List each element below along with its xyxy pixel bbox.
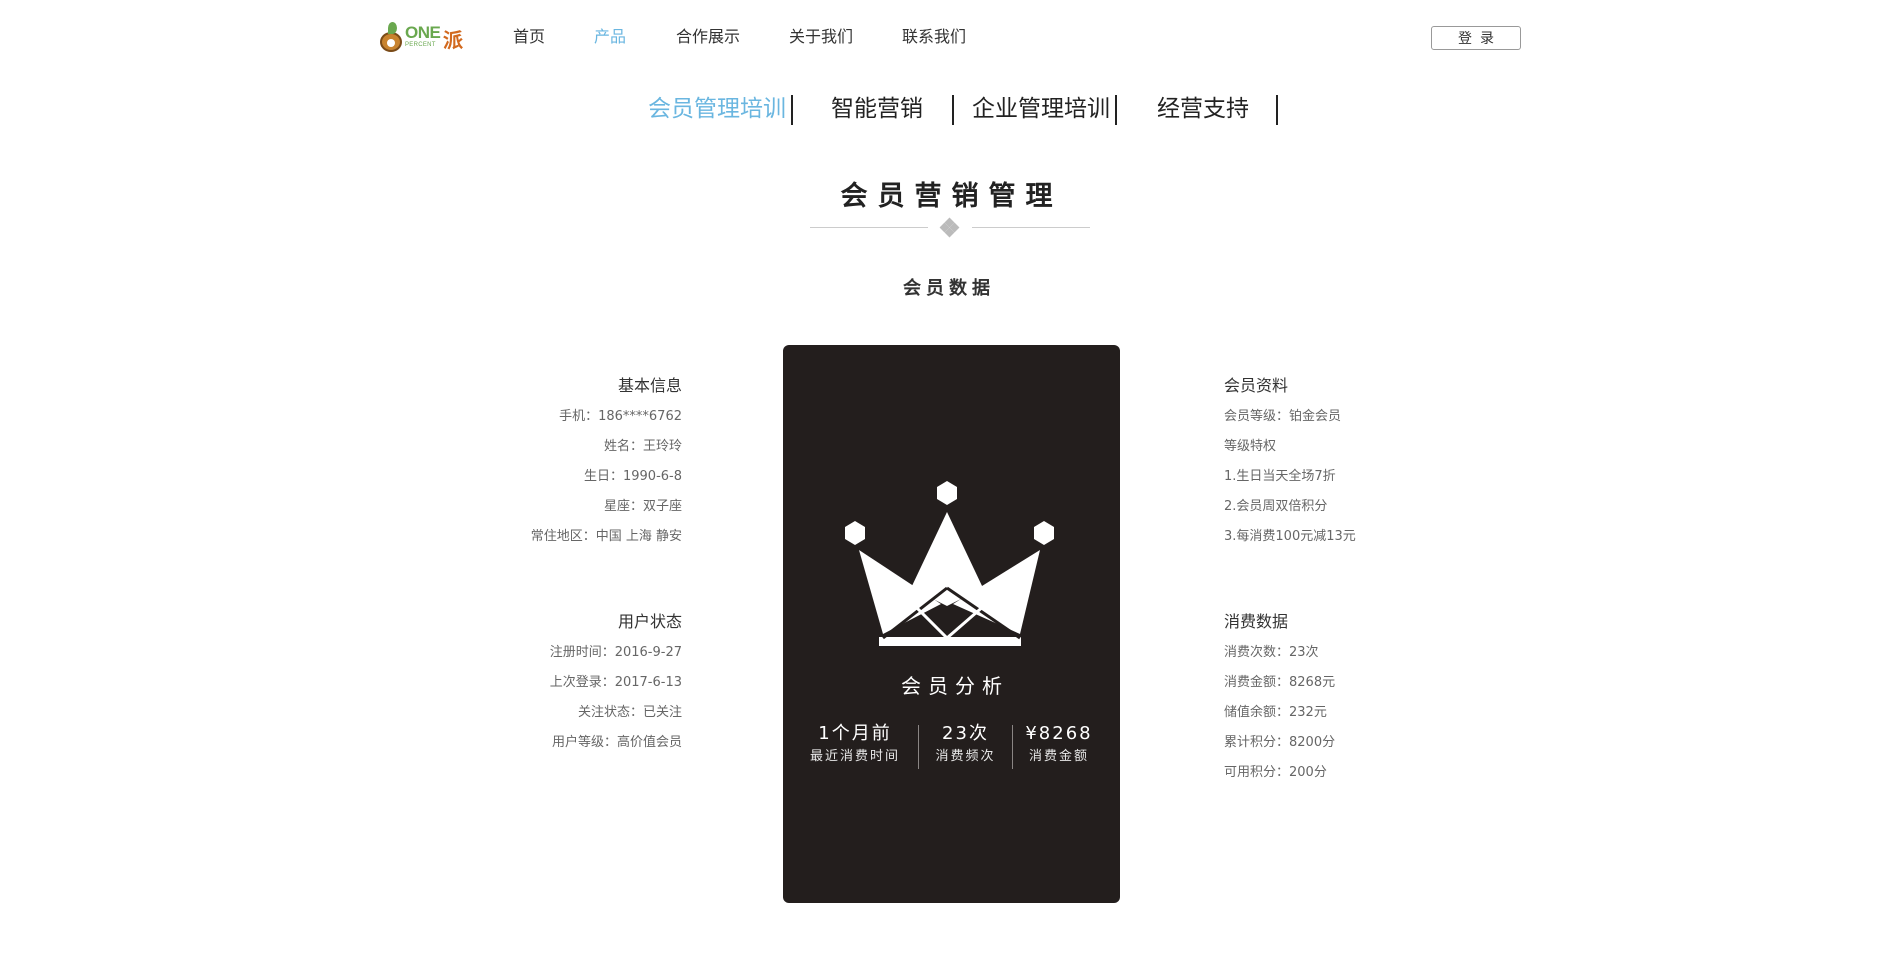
info-row: 常住地区：中国 上海 静安	[530, 529, 682, 544]
info-row: 上次登录：2017-6-13	[549, 675, 682, 690]
stat-label: 消费频次	[935, 749, 996, 764]
nav-item-contact[interactable]: 联系我们	[902, 27, 966, 47]
stat-last-purchase: 1个月前 最近消费时间	[805, 721, 905, 767]
info-row: 姓名：王玲玲	[603, 439, 682, 454]
section-subtitle: 会员数据	[903, 278, 995, 299]
member-analysis-card: 会员分析 1个月前 最近消费时间 23次 消费频次 ¥8268 消费金额	[783, 345, 1120, 903]
info-row: 3.每消费100元减13元	[1224, 529, 1356, 544]
stat-label: 消费金额	[1028, 749, 1089, 764]
tab-separator	[791, 95, 793, 125]
member-profile-title: 会员资料	[1224, 376, 1289, 395]
logo-percent: PERCENT	[405, 42, 436, 48]
nav-item-cases[interactable]: 合作展示	[676, 27, 740, 47]
tab-separator	[1276, 95, 1278, 125]
user-status-block: 用户状态 注册时间：2016-9-27 上次登录：2017-6-13 关注状态：…	[550, 612, 682, 758]
section-title: 会员营销管理	[840, 181, 1063, 212]
stat-frequency: 23次 消费频次	[923, 721, 1008, 767]
info-row: 生日：1990-6-8	[583, 469, 682, 484]
info-row: 消费次数：23次	[1224, 645, 1319, 660]
login-button[interactable]: 登录	[1431, 26, 1521, 50]
logo-mark-icon	[380, 20, 402, 52]
info-row: 消费金额：8268元	[1224, 675, 1336, 690]
info-row: 关注状态：已关注	[577, 705, 682, 720]
tab-business-support[interactable]: 经营支持	[1157, 92, 1249, 126]
info-row: 会员等级：铂金会员	[1224, 409, 1342, 424]
member-profile-block: 会员资料 会员等级：铂金会员 等级特权 1.生日当天全场7折 2.会员周双倍积分…	[1224, 376, 1356, 552]
info-row: 1.生日当天全场7折	[1224, 469, 1336, 484]
info-row: 用户等级：高价值会员	[551, 735, 682, 750]
info-row: 储值余额：232元	[1224, 705, 1327, 720]
stat-amount: ¥8268 消费金额	[1017, 721, 1101, 767]
basic-info-block: 基本信息 手机：186****6762 姓名：王玲玲 生日：1990-6-8 星…	[531, 376, 682, 552]
info-row: 星座：双子座	[603, 499, 682, 514]
stat-separator	[1012, 725, 1013, 769]
logo-one: ONE	[405, 23, 441, 42]
stat-value: 1个月前	[818, 723, 892, 744]
top-navigation: ONE PERCENT 派 首页 产品 合作展示 关于我们 联系我们 登录	[0, 0, 1893, 76]
tab-member-training[interactable]: 会员管理培训	[648, 92, 786, 126]
info-row: 累计积分：8200分	[1224, 735, 1336, 750]
spending-data-block: 消费数据 消费次数：23次 消费金额：8268元 储值余额：232元 累计积分：…	[1224, 612, 1335, 788]
nav-item-about[interactable]: 关于我们	[789, 27, 853, 47]
tab-enterprise-training[interactable]: 企业管理培训	[972, 92, 1110, 126]
title-divider	[810, 216, 1090, 238]
info-row: 等级特权	[1224, 439, 1277, 454]
basic-info-title: 基本信息	[617, 376, 682, 395]
user-status-title: 用户状态	[617, 612, 682, 631]
stat-label: 最近消费时间	[809, 749, 900, 764]
info-row: 可用积分：200分	[1224, 765, 1327, 780]
stat-value: ¥8268	[1025, 723, 1093, 744]
card-stats: 1个月前 最近消费时间 23次 消费频次 ¥8268 消费金额	[805, 721, 1101, 769]
product-tabs: 会员管理培训 智能营销 企业管理培训 经营支持	[0, 92, 1893, 128]
stat-value: 23次	[942, 723, 989, 744]
spending-title: 消费数据	[1224, 612, 1289, 631]
info-row: 手机：186****6762	[559, 409, 682, 424]
stat-separator	[918, 725, 919, 769]
nav-item-products[interactable]: 产品	[594, 27, 626, 47]
brand-logo[interactable]: ONE PERCENT 派	[380, 16, 464, 56]
info-row: 2.会员周双倍积分	[1224, 499, 1328, 514]
crown-icon	[845, 481, 1054, 646]
card-title: 会员分析	[901, 674, 1009, 698]
tab-separator	[1115, 95, 1117, 125]
logo-cn-char: 派	[443, 28, 463, 52]
nav-item-home[interactable]: 首页	[513, 27, 545, 47]
logo-text: ONE PERCENT	[405, 23, 441, 48]
tab-smart-marketing[interactable]: 智能营销	[831, 92, 923, 126]
tab-separator	[952, 95, 954, 125]
info-row: 注册时间：2016-9-27	[549, 645, 682, 660]
